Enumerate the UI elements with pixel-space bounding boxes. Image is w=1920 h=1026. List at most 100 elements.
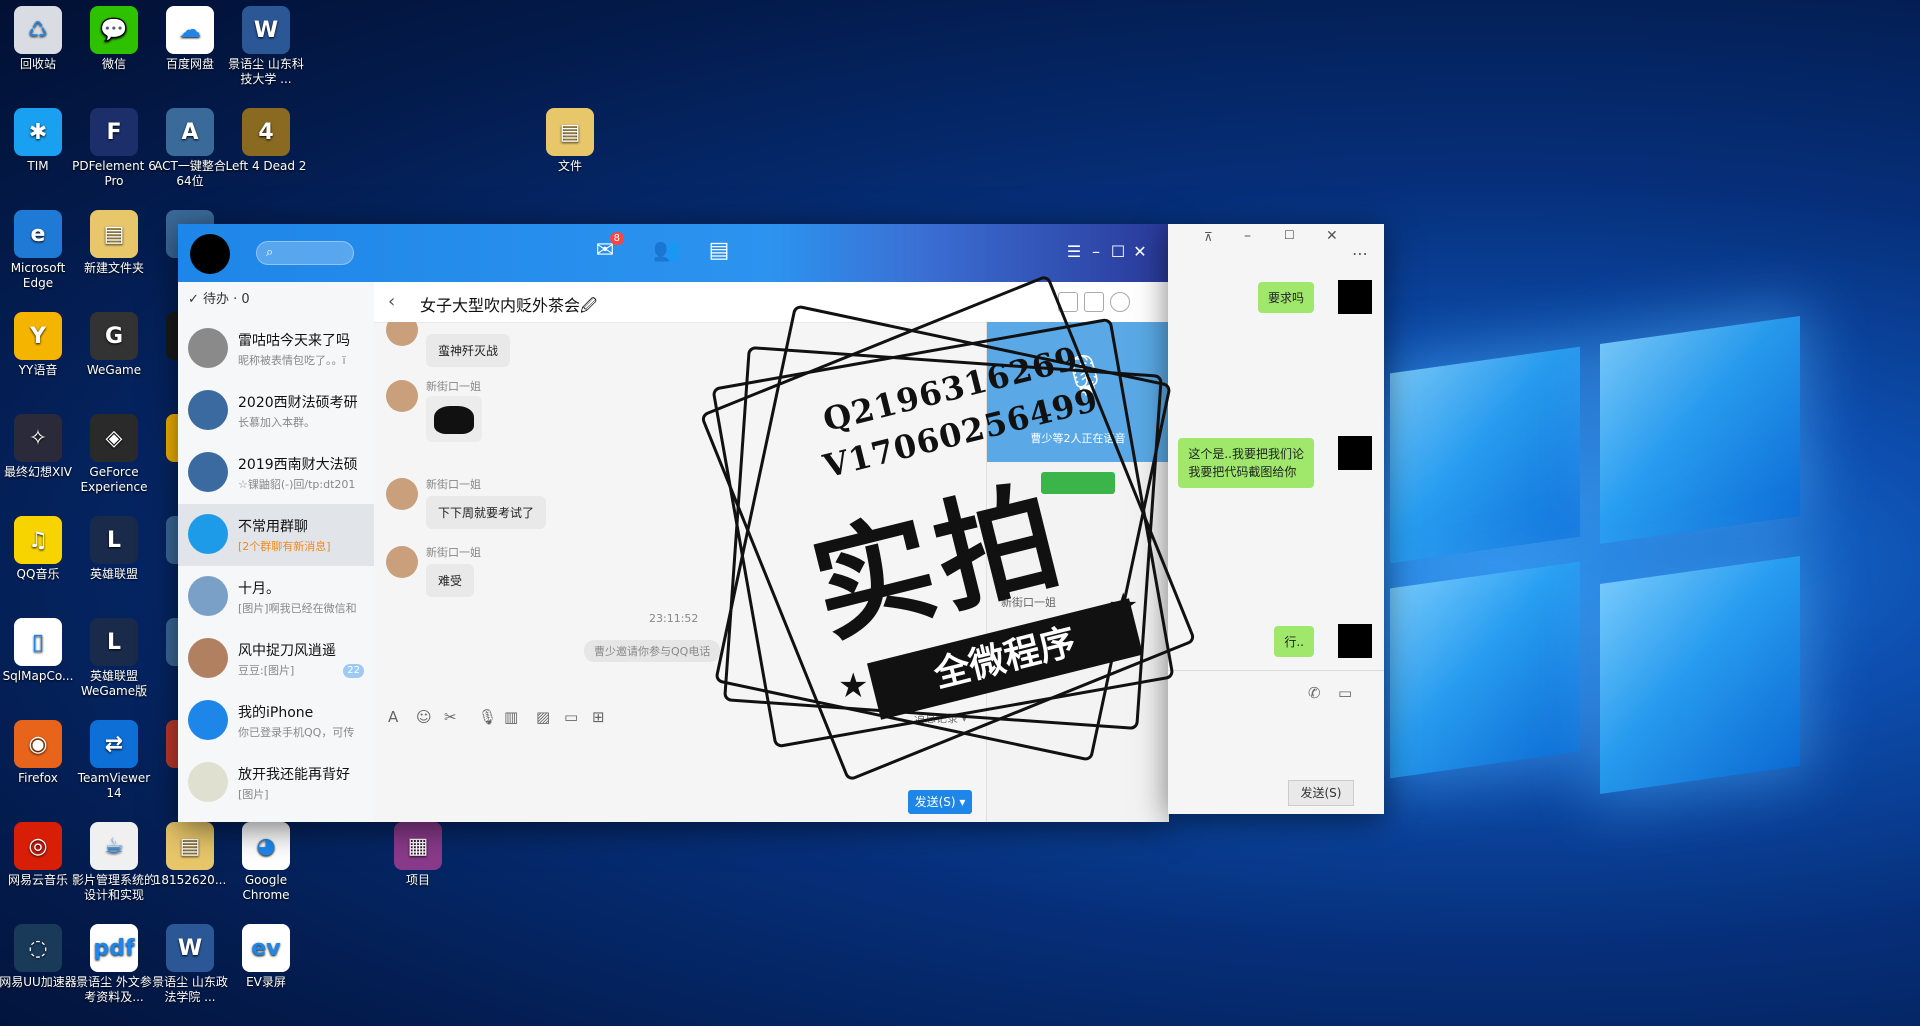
more-icon[interactable]: ⋯: [1352, 244, 1368, 263]
my-avatar[interactable]: [190, 234, 230, 274]
avatar: [1338, 436, 1372, 470]
desktop-icon[interactable]: ✱ TIM: [0, 108, 80, 174]
mic-icon[interactable]: 🎙: [478, 708, 497, 726]
todo-header[interactable]: ✓ 待办 · 0: [178, 282, 374, 318]
scissors-icon[interactable]: ✂: [444, 708, 457, 726]
list-item[interactable]: 风中捉刀风逍遥 豆豆:[图片] 22: [178, 628, 374, 690]
menu-icon[interactable]: ☰: [1064, 242, 1084, 261]
desktop-icon[interactable]: ▤ 18152620...: [148, 822, 232, 888]
desktop-icon[interactable]: L 英雄联盟WeGame版: [72, 618, 156, 699]
desktop-icon[interactable]: ▤ 文件: [528, 108, 612, 174]
contact-name: 我的iPhone: [238, 705, 314, 721]
font-icon[interactable]: A: [388, 708, 398, 726]
desktop-icon[interactable]: ☕ 影片管理系统的设计和实现: [72, 822, 156, 903]
search-input[interactable]: ⌕: [256, 241, 354, 265]
desktop-icon[interactable]: Y YY语音: [0, 312, 80, 378]
window-controls: ⊼ – ☐ ✕ ⋯: [1168, 224, 1384, 288]
desktop-icon-label: WeGame: [86, 363, 142, 377]
minimize-button[interactable]: –: [1244, 228, 1251, 244]
app-icon: G: [90, 312, 138, 360]
avatar: [188, 514, 228, 554]
system-message: 曹少邀请你参与QQ电话: [584, 640, 721, 662]
list-item[interactable]: 2019西南财大法硕 ☆锞鼬貂(-)回/tp:dt201: [178, 442, 374, 504]
contact-name: 风中捉刀风逍遥: [238, 643, 336, 659]
list-item[interactable]: 不常用群聊 [2个群聊有新消息]: [178, 504, 374, 566]
app-icon: ◎: [14, 822, 62, 870]
desktop-icon[interactable]: ☁ 百度网盘: [148, 6, 232, 72]
pin-icon[interactable]: ⊼: [1204, 230, 1213, 244]
avatar: [386, 380, 418, 412]
app-icon: ✧: [14, 414, 62, 462]
desktop-icon[interactable]: ◈ GeForce Experience: [72, 414, 156, 495]
list-item[interactable]: 十月。 [图片]啊我已经在微信和: [178, 566, 374, 628]
message-bubble: 下下周就要考试了: [426, 496, 547, 529]
app-icon: ▤: [90, 210, 138, 258]
list-item[interactable]: 我的iPhone 你已登录手机QQ，可传: [178, 690, 374, 752]
desktop-icon[interactable]: 💬 微信: [72, 6, 156, 72]
desktop-icon[interactable]: ♺ 回收站: [0, 6, 80, 72]
desktop-icon-label: TeamViewer 14: [77, 771, 151, 800]
maximize-button[interactable]: ☐: [1108, 242, 1128, 261]
app-icon: ◌: [14, 924, 62, 972]
desktop-icon[interactable]: pdf 景语尘 外文参考资料及...: [72, 924, 156, 1005]
qq-title-bar: ⌕ ✉ 8 👥 ▤ ☰ – ☐ ✕: [178, 224, 1168, 282]
desktop-icon[interactable]: ▤ 新建文件夹: [72, 210, 156, 276]
desktop-icon-label: TIM: [27, 159, 49, 173]
desktop-icon-label: 回收站: [19, 57, 56, 71]
video-icon[interactable]: ▭: [1338, 684, 1352, 702]
desktop-icon[interactable]: ♫ QQ音乐: [0, 516, 80, 582]
desktop-icon-label: SqlMapCo...: [2, 669, 74, 683]
desktop-icon[interactable]: ✧ 最终幻想XIV: [0, 414, 80, 480]
desktop-icon[interactable]: ▦ 项目: [376, 822, 460, 888]
image-icon[interactable]: ▨: [536, 708, 550, 726]
list-item[interactable]: 2020西财法硕考研 长慕加入本群。: [178, 380, 374, 442]
desktop-icon[interactable]: ▯ SqlMapCo...: [0, 618, 80, 684]
desktop-icon[interactable]: W 景语尘 山东政法学院 ...: [148, 924, 232, 1005]
contact-preview: [图片]啊我已经在微信和: [238, 602, 357, 615]
apps-icon[interactable]: ⊞: [592, 708, 605, 726]
phone-icon[interactable]: ✆: [1308, 684, 1321, 702]
desktop-icon[interactable]: W 景语尘 山东科技大学 ...: [224, 6, 308, 87]
minimize-button[interactable]: –: [1086, 242, 1106, 261]
app-icon: ✱: [14, 108, 62, 156]
close-button[interactable]: ✕: [1326, 228, 1338, 244]
tab-messages[interactable]: ✉ 8: [590, 232, 624, 266]
desktop-icon[interactable]: A ACT一键整合64位: [148, 108, 232, 189]
desktop-icon-label: 文件: [557, 159, 582, 173]
desktop-icon[interactable]: ◕ Google Chrome: [224, 822, 308, 903]
desktop-icon[interactable]: ◉ Firefox: [0, 720, 80, 786]
check-icon: ✓: [188, 292, 204, 307]
send-button[interactable]: 发送(S): [1288, 780, 1354, 806]
close-button[interactable]: ✕: [1130, 242, 1150, 261]
message-bubble: 蛮神歼灭战: [426, 334, 511, 367]
folder-icon[interactable]: ▭: [564, 708, 578, 726]
desktop-icon[interactable]: L 英雄联盟: [72, 516, 156, 582]
desktop-icon-label: 微信: [101, 57, 126, 71]
desktop-icon[interactable]: ⇄ TeamViewer 14: [72, 720, 156, 801]
sender-name: 新街口一姐: [426, 546, 481, 559]
send-button[interactable]: 发送(S) ▾: [908, 790, 972, 814]
list-item[interactable]: 雷咕咕今天来了吗 昵称被表情包吃了。。ï: [178, 318, 374, 380]
desktop-icon[interactable]: e Microsoft Edge: [0, 210, 80, 291]
avatar: [188, 452, 228, 492]
desktop-icon[interactable]: ◎ 网易云音乐: [0, 822, 80, 888]
avatar: [188, 390, 228, 430]
sticker-image: [426, 396, 482, 442]
desktop-icon[interactable]: F PDFelement 6 Pro: [72, 108, 156, 189]
desktop-icon[interactable]: ◌ 网易UU加速器: [0, 924, 80, 990]
list-item[interactable]: 放开我还能再背好 [图片]: [178, 752, 374, 814]
emoji-icon[interactable]: ☺: [416, 708, 432, 726]
avatar: [1338, 624, 1372, 658]
app-icon: ◈: [90, 414, 138, 462]
desktop-icon[interactable]: G WeGame: [72, 312, 156, 378]
app-icon: e: [14, 210, 62, 258]
tab-contacts[interactable]: 👥: [652, 238, 682, 266]
app-icon: ☕: [90, 822, 138, 870]
tab-space[interactable]: ▤: [704, 238, 734, 266]
chart-icon[interactable]: ▥: [504, 708, 518, 726]
back-icon[interactable]: ‹: [388, 291, 395, 312]
desktop-icon-label: PDFelement 6 Pro: [72, 159, 156, 188]
desktop-icon[interactable]: ev EV录屏: [224, 924, 308, 990]
maximize-button[interactable]: ☐: [1284, 228, 1295, 242]
desktop-icon[interactable]: 4 Left 4 Dead 2: [224, 108, 308, 174]
